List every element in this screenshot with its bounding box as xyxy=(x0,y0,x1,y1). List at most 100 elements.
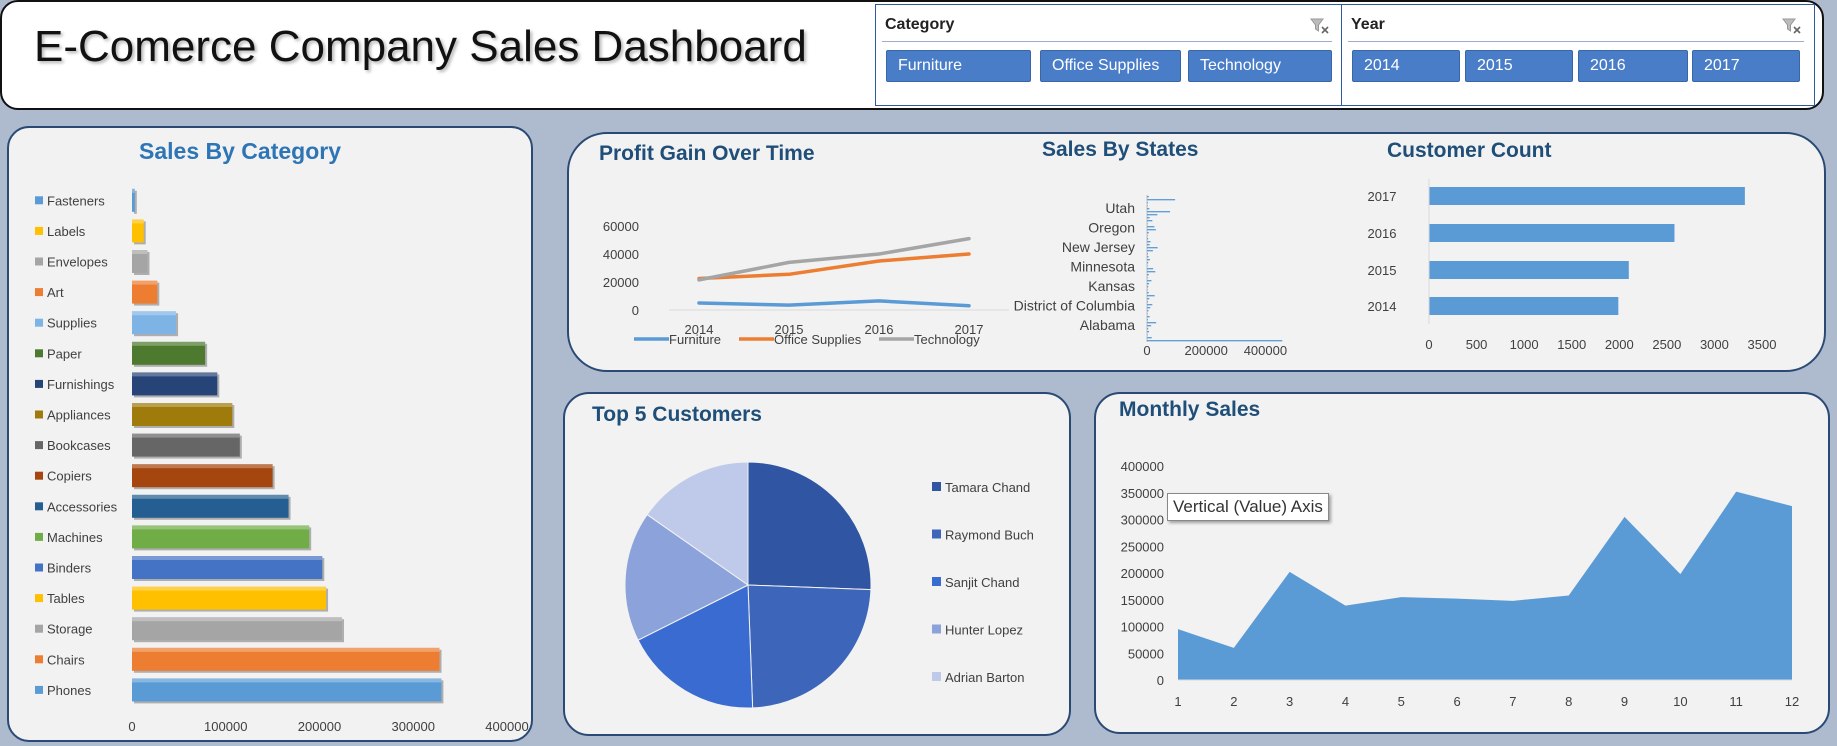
legend-marker xyxy=(35,471,43,480)
year-option-2014[interactable]: 2014 xyxy=(1352,50,1460,82)
category-label-fasteners: Fasteners xyxy=(47,193,105,208)
state-bar xyxy=(1147,205,1148,207)
bar-highlight xyxy=(132,464,273,469)
state-bar xyxy=(1147,322,1157,324)
state-bar xyxy=(1147,289,1148,291)
category-label-machines: Machines xyxy=(47,530,103,545)
legend-marker xyxy=(35,196,43,205)
category-label-phones: Phones xyxy=(47,683,92,698)
category-label-labels: Labels xyxy=(47,224,86,239)
x-tick-label: 100000 xyxy=(204,719,247,734)
state-bar xyxy=(1147,259,1150,261)
category-option-technology[interactable]: Technology xyxy=(1188,50,1332,82)
state-bar xyxy=(1147,223,1148,225)
year-option-2017[interactable]: 2017 xyxy=(1692,50,1800,82)
legend-label-adrian-barton: Adrian Barton xyxy=(945,670,1025,685)
y-tick-label: 60000 xyxy=(603,219,639,234)
state-bar xyxy=(1147,214,1158,216)
bar-highlight xyxy=(132,311,177,316)
year-label-2014: 2014 xyxy=(1368,299,1397,314)
x-tick-label: 1000 xyxy=(1510,337,1539,352)
state-bar xyxy=(1147,325,1152,327)
state-label-kansas: Kansas xyxy=(1088,278,1135,294)
category-label-envelopes: Envelopes xyxy=(47,255,108,270)
category-slicer-title: Category xyxy=(885,16,955,33)
x-tick-label: 7 xyxy=(1509,694,1516,709)
state-bar xyxy=(1147,301,1148,303)
state-bar xyxy=(1147,331,1150,333)
y-tick-label: 40000 xyxy=(603,247,639,262)
state-label-minnesota: Minnesota xyxy=(1070,259,1135,275)
y-tick-label: 20000 xyxy=(603,275,639,290)
bar-highlight xyxy=(132,219,144,224)
monthly-sales-panel: Monthly Sales 0 50000 100000 150000 200000 25… xyxy=(1094,392,1830,734)
legend-label-furniture: Furniture xyxy=(669,332,721,347)
x-tick-label: 500 xyxy=(1466,337,1488,352)
state-bar xyxy=(1147,202,1148,204)
customer-bar-2015 xyxy=(1429,261,1629,279)
state-bar xyxy=(1147,292,1149,294)
state-bar xyxy=(1147,280,1152,282)
state-bar xyxy=(1147,274,1149,276)
category-label-copiers: Copiers xyxy=(47,469,92,484)
bar-highlight xyxy=(132,525,310,530)
category-option-furniture[interactable]: Furniture xyxy=(886,50,1031,82)
x-tick-label: 8 xyxy=(1565,694,1572,709)
x-tick-label: 5 xyxy=(1398,694,1405,709)
legend-marker xyxy=(35,441,43,450)
state-bar xyxy=(1147,241,1151,243)
x-tick-label: 2016 xyxy=(865,322,894,337)
state-bar xyxy=(1147,199,1176,201)
category-label-paper: Paper xyxy=(47,346,82,361)
x-tick-label: 0 xyxy=(1143,343,1150,358)
monthly-sales-chart: 0 50000 100000 150000 200000 250000 300000 3500… xyxy=(1121,459,1800,709)
bar-highlight xyxy=(132,556,323,560)
legend-marker xyxy=(35,226,43,235)
x-tick-label: 0 xyxy=(1425,337,1432,352)
filter-clear-icon[interactable] xyxy=(1310,17,1330,35)
filter-clear-icon[interactable] xyxy=(1782,17,1802,35)
year-option-2016[interactable]: 2016 xyxy=(1578,50,1688,82)
category-label-art: Art xyxy=(47,285,64,300)
legend-label-raymond-buch: Raymond Buch xyxy=(945,528,1034,543)
y-tick-label: 100000 xyxy=(1121,620,1164,635)
x-tick-label: 0 xyxy=(128,719,135,734)
state-label-alabama: Alabama xyxy=(1080,317,1135,333)
legend-label-tamara-chand: Tamara Chand xyxy=(945,480,1030,495)
state-bar xyxy=(1147,286,1149,288)
state-bar xyxy=(1147,235,1148,237)
category-label-tables: Tables xyxy=(47,591,85,606)
legend-marker xyxy=(35,318,43,327)
state-label-district-of-columbia: District of Columbia xyxy=(1014,298,1136,314)
state-bar xyxy=(1147,208,1150,210)
sales-by-category-chart: Fasteners Labels Envelopes Art Supplies Paper… xyxy=(35,188,529,734)
bar-highlight xyxy=(132,403,233,407)
x-tick-label: 3500 xyxy=(1748,337,1777,352)
sales-by-category-panel: Sales By Category Fasteners Labels Envelop… xyxy=(7,126,533,742)
category-option-office-supplies[interactable]: Office Supplies xyxy=(1040,50,1181,82)
bar-highlight xyxy=(132,188,135,193)
customer-bar-2017 xyxy=(1429,187,1745,205)
state-label-oregon: Oregon xyxy=(1088,220,1135,236)
bar-highlight xyxy=(132,372,218,377)
category-label-storage: Storage xyxy=(47,622,93,637)
category-slicer: Category Furniture Office Supplies Techn… xyxy=(875,4,1343,106)
legend-marker xyxy=(35,379,43,388)
year-option-2015[interactable]: 2015 xyxy=(1465,50,1573,82)
state-bar xyxy=(1147,295,1155,297)
category-label-supplies: Supplies xyxy=(47,316,97,331)
slicer-divider xyxy=(1348,41,1804,42)
x-tick-label: 12 xyxy=(1785,694,1799,709)
x-tick-label: 2 xyxy=(1230,694,1237,709)
legend-marker xyxy=(35,502,43,511)
state-bar xyxy=(1147,217,1150,219)
category-label-furnishings: Furnishings xyxy=(47,377,115,392)
y-tick-label: 50000 xyxy=(1128,646,1164,661)
bar-highlight xyxy=(132,586,327,591)
legend-label-hunter-lopez: Hunter Lopez xyxy=(945,623,1023,638)
legend-marker xyxy=(932,482,941,491)
legend-marker xyxy=(35,594,43,603)
state-bar xyxy=(1147,277,1148,279)
legend-marker xyxy=(35,532,43,541)
slicer-divider xyxy=(882,41,1332,42)
